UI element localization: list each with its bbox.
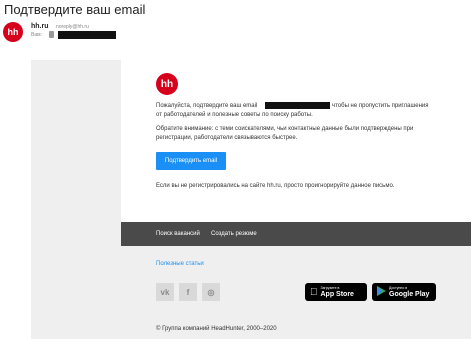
- ignore-text: Если вы не регистрировались на сайте hh.…: [156, 183, 395, 189]
- note-line2: регистрации, работодатели связываются бы…: [156, 135, 298, 141]
- email-subject: Подтвердите ваш email: [4, 2, 146, 17]
- body-line2: от работодателей и полезные советы по по…: [156, 112, 313, 118]
- sender-avatar: hh: [3, 22, 23, 42]
- note-line1: Обратите внимание: с теми соискателями, …: [156, 126, 414, 132]
- app-store-big: App Store: [313, 291, 354, 298]
- sender-name[interactable]: hh.ru: [31, 23, 49, 30]
- contact-icon: [49, 31, 54, 38]
- useful-articles-link[interactable]: Полезные статьи: [156, 261, 204, 267]
- body-line1-a: Пожалуйста, подтвердите ваш email: [156, 103, 258, 109]
- confirm-email-button[interactable]: Подтвердить email: [156, 152, 226, 170]
- hh-logo: hh: [156, 73, 178, 95]
- facebook-icon[interactable]: f: [179, 283, 197, 301]
- to-label: Вам:: [31, 32, 42, 38]
- google-play-badge[interactable]: Доступно в Google Play: [372, 283, 436, 301]
- redacted-recipient: [58, 31, 116, 39]
- apple-icon: : [310, 287, 318, 298]
- redacted-email: [265, 102, 330, 109]
- link-job-search[interactable]: Поиск вакансий: [156, 231, 200, 237]
- app-store-badge[interactable]:  Загрузите в App Store: [305, 283, 367, 301]
- google-play-big: Google Play: [389, 291, 430, 298]
- sender-email: noreply@hh.ru: [56, 24, 89, 30]
- body-line1-b: чтобы не пропустить приглашения: [332, 103, 429, 109]
- google-play-icon: [377, 285, 386, 299]
- link-create-resume[interactable]: Создать резюме: [211, 231, 257, 237]
- instagram-icon[interactable]: ◎: [202, 283, 220, 301]
- vk-icon[interactable]: vk: [156, 283, 174, 301]
- copyright: © Группа компаний HeadHunter, 2000–2020: [156, 326, 277, 332]
